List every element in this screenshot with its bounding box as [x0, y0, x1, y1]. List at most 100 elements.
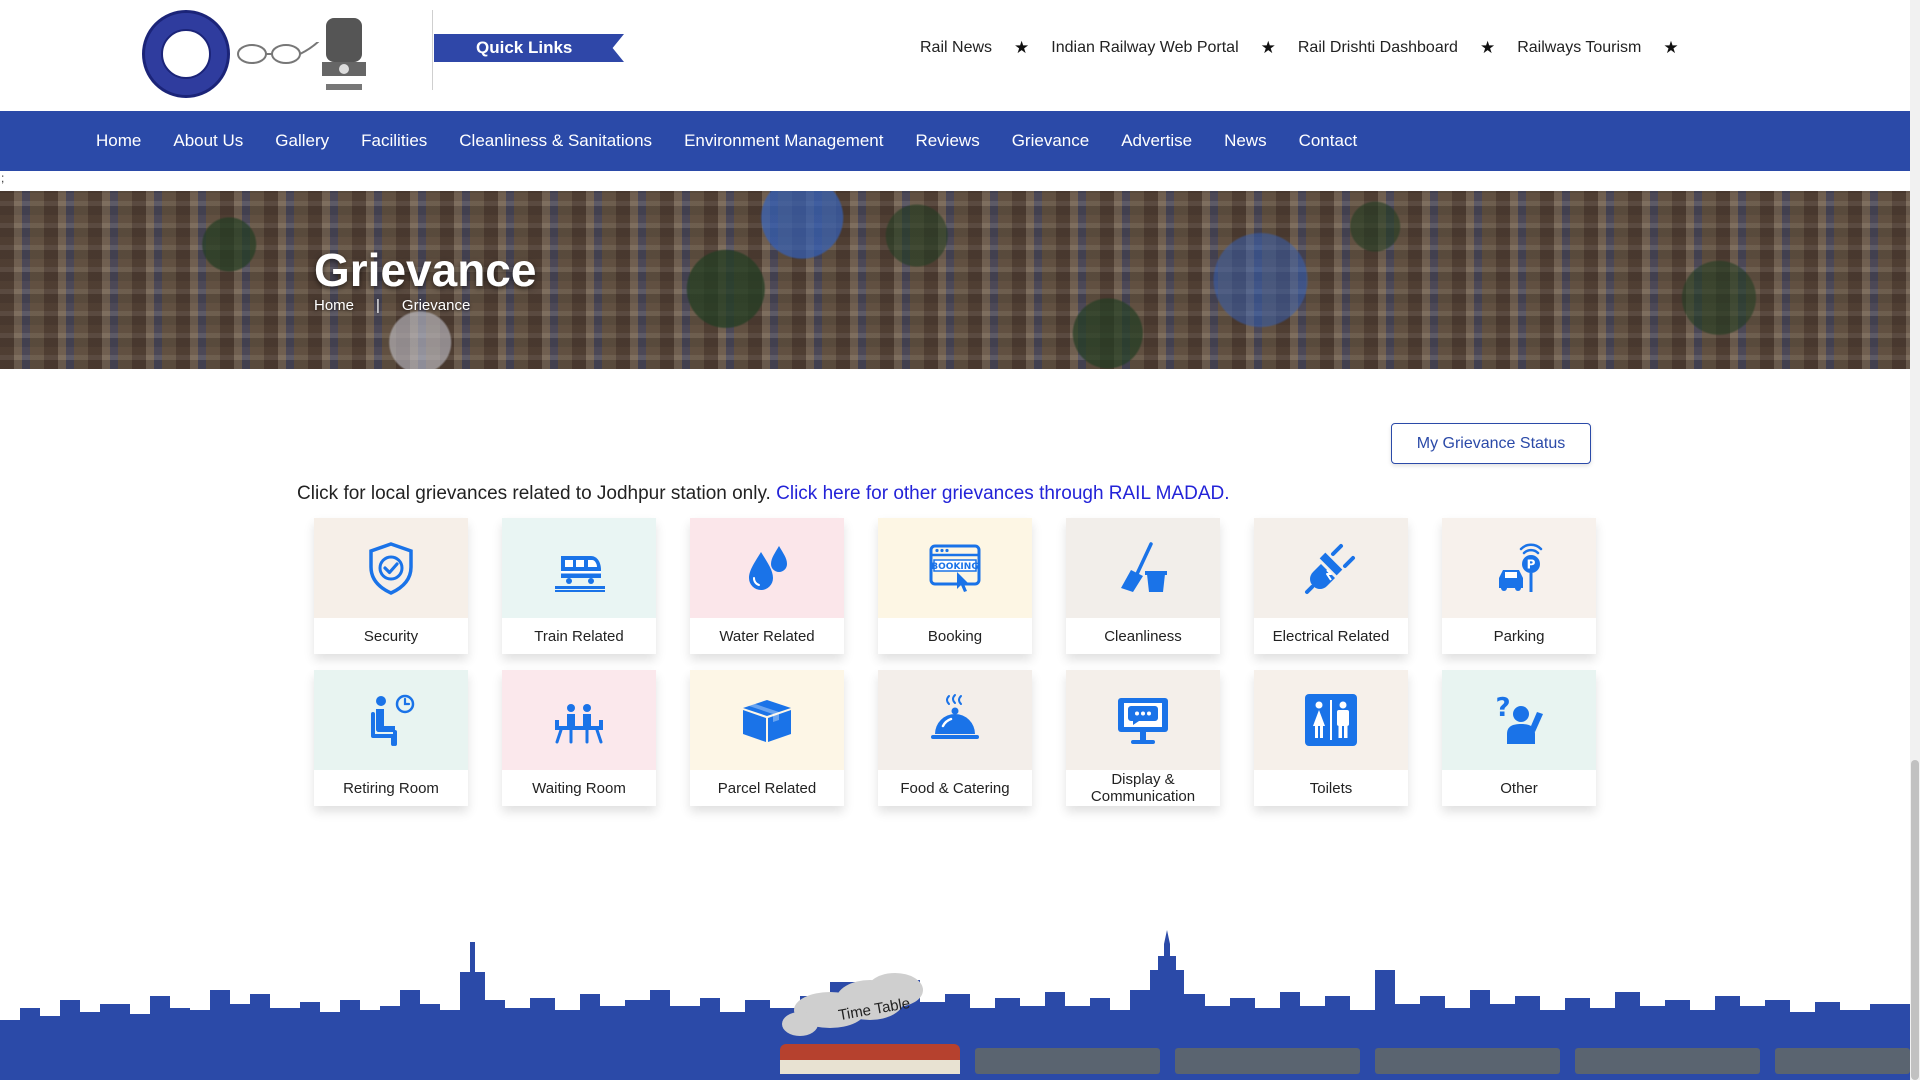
- card-icon-area: [1066, 518, 1220, 618]
- main-nav: Home About Us Gallery Facilities Cleanli…: [0, 111, 1910, 171]
- train-icon: [555, 556, 605, 592]
- category-card-booking[interactable]: BOOKING Booking: [878, 518, 1032, 654]
- svg-text:?: ?: [1495, 693, 1510, 723]
- category-label: Electrical Related: [1272, 627, 1390, 645]
- nav-item-facilities[interactable]: Facilities: [361, 131, 427, 151]
- category-card-train-related[interactable]: Train Related: [502, 518, 656, 654]
- card-icon-area: [1254, 518, 1408, 618]
- category-card-security[interactable]: Security: [314, 518, 468, 654]
- top-link-rail-news[interactable]: Rail News: [920, 39, 992, 57]
- nav-item-gallery[interactable]: Gallery: [275, 131, 329, 151]
- plug-icon: [1305, 544, 1355, 594]
- category-label: Cleanliness: [1104, 627, 1182, 645]
- stray-text: ;: [1, 171, 5, 185]
- card-icon-area: [314, 670, 468, 770]
- category-card-cleanliness[interactable]: Cleanliness: [1066, 518, 1220, 654]
- star-icon: ★: [1479, 38, 1496, 57]
- category-label: Other: [1500, 779, 1538, 797]
- water-drops-icon: [749, 546, 787, 590]
- card-icon-area: [878, 670, 1032, 770]
- nav-item-news[interactable]: News: [1224, 131, 1267, 151]
- nav-item-environment[interactable]: Environment Management: [684, 131, 883, 151]
- category-label: Parcel Related: [717, 779, 817, 797]
- top-header: Quick Links Rail News ★ Indian Railway W…: [0, 0, 1910, 110]
- nav-item-grievance[interactable]: Grievance: [1012, 131, 1089, 151]
- parking-icon: P: [1499, 543, 1543, 592]
- category-label: Water Related: [719, 627, 815, 645]
- city-skyline-footer: [0, 930, 1910, 1080]
- card-icon-area: P: [1442, 518, 1596, 618]
- category-label: Booking: [927, 627, 983, 645]
- breadcrumb: Home | Grievance: [314, 297, 470, 314]
- category-card-parking[interactable]: P Parking: [1442, 518, 1596, 654]
- grievance-notice: Click for local grievances related to Jo…: [297, 483, 1230, 505]
- breadcrumb-separator: |: [376, 297, 380, 314]
- category-label: Retiring Room: [343, 779, 439, 797]
- card-icon-area: ?: [1442, 670, 1596, 770]
- star-icon: ★: [1260, 38, 1276, 57]
- top-links: Rail News ★ Indian Railway Web Portal ★ …: [920, 38, 1701, 58]
- quick-links-button[interactable]: Quick Links: [434, 34, 624, 62]
- nav-item-cleanliness[interactable]: Cleanliness & Sanitations: [459, 131, 652, 151]
- category-card-water-related[interactable]: Water Related: [690, 518, 844, 654]
- top-link-railways-tourism[interactable]: Railways Tourism: [1517, 39, 1641, 57]
- page-title: Grievance: [314, 244, 537, 296]
- top-link-web-portal[interactable]: Indian Railway Web Portal: [1051, 39, 1238, 57]
- display-monitor-icon: [1118, 698, 1168, 744]
- category-label: Waiting Room: [532, 779, 626, 797]
- star-icon: ★: [1663, 38, 1679, 57]
- svg-text:P: P: [1527, 558, 1536, 572]
- category-card-food-catering[interactable]: Food & Catering: [878, 670, 1032, 806]
- category-card-parcel-related[interactable]: Parcel Related: [690, 670, 844, 806]
- national-emblem-logo: [322, 18, 366, 90]
- card-icon-area: [314, 518, 468, 618]
- notice-text: Click for local grievances related to Jo…: [297, 483, 771, 504]
- my-grievance-status-button[interactable]: My Grievance Status: [1391, 423, 1591, 464]
- nav-item-contact[interactable]: Contact: [1299, 131, 1358, 151]
- shield-check-icon: [369, 542, 413, 595]
- food-cloche-icon: [931, 694, 979, 739]
- svg-text:BOOKING: BOOKING: [931, 562, 978, 572]
- breadcrumb-home[interactable]: Home: [314, 297, 354, 314]
- category-label: Toilets: [1309, 779, 1353, 797]
- question-person-icon: ?: [1495, 693, 1543, 744]
- category-label: Parking: [1493, 627, 1545, 645]
- card-icon-area: [690, 670, 844, 770]
- toilet-icon: [1305, 694, 1357, 746]
- rail-madad-link[interactable]: Click here for other grievances through …: [776, 483, 1229, 504]
- card-icon-area: [502, 518, 656, 618]
- card-icon-area: [1066, 670, 1220, 770]
- category-label: Security: [363, 627, 419, 645]
- category-label: Food & Catering: [900, 779, 1010, 797]
- card-icon-area: [502, 670, 656, 770]
- resting-person-icon: [371, 694, 415, 746]
- scrollbar-thumb[interactable]: [1911, 760, 1919, 1080]
- category-card-waiting-room[interactable]: Waiting Room: [502, 670, 656, 806]
- category-label: Train Related: [534, 627, 624, 645]
- card-icon-area: BOOKING: [878, 518, 1032, 618]
- nav-item-advertise[interactable]: Advertise: [1121, 131, 1192, 151]
- page-scrollbar[interactable]: [1910, 0, 1920, 1080]
- page-banner: Grievance Home | Grievance: [0, 191, 1910, 369]
- category-card-electrical-related[interactable]: Electrical Related: [1254, 518, 1408, 654]
- category-card-toilets[interactable]: Toilets: [1254, 670, 1408, 806]
- swachh-bharat-glasses-logo: [237, 42, 320, 64]
- card-icon-area: [1254, 670, 1408, 770]
- waiting-room-icon: [555, 704, 603, 744]
- indian-railways-logo[interactable]: [142, 10, 230, 98]
- nav-item-reviews[interactable]: Reviews: [915, 131, 979, 151]
- card-icon-area: [690, 518, 844, 618]
- top-link-rail-drishti[interactable]: Rail Drishti Dashboard: [1298, 39, 1458, 57]
- broom-icon: [1121, 542, 1167, 592]
- category-card-display-communication[interactable]: Display & Communication: [1066, 670, 1220, 806]
- grievance-category-grid: Security Train Related Water Related BOO…: [314, 518, 1604, 806]
- header-divider: [432, 10, 433, 90]
- category-card-retiring-room[interactable]: Retiring Room: [314, 670, 468, 806]
- parcel-box-icon: [743, 700, 791, 742]
- star-icon: ★: [1014, 38, 1030, 57]
- nav-item-about-us[interactable]: About Us: [173, 131, 243, 151]
- category-card-other[interactable]: ? Other: [1442, 670, 1596, 806]
- category-label: Display & Communication: [1090, 771, 1196, 805]
- breadcrumb-current: Grievance: [401, 297, 471, 314]
- nav-item-home[interactable]: Home: [96, 131, 141, 151]
